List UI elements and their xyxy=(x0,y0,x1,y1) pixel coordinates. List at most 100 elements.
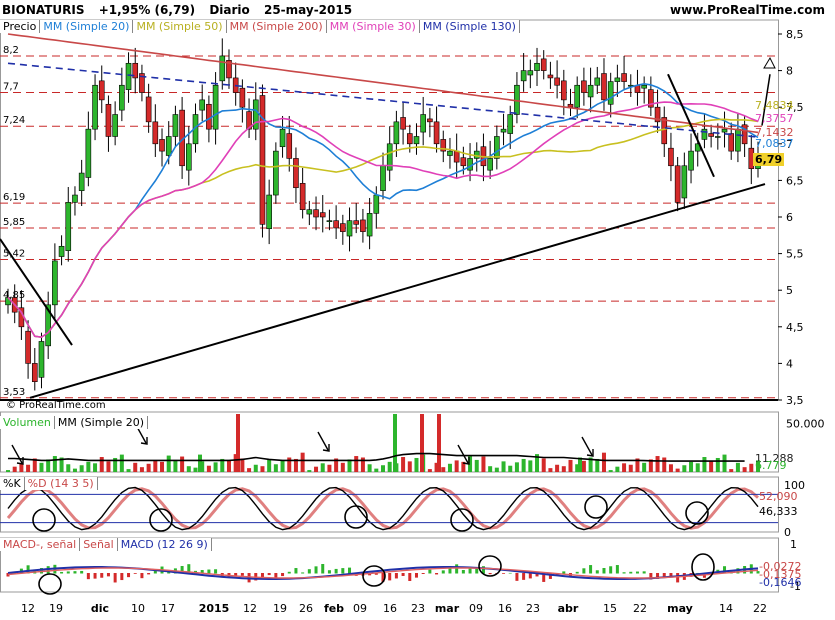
panel-frame-0 xyxy=(0,19,779,401)
candle-body xyxy=(534,62,540,71)
stoch-k-badge: 46,333 xyxy=(759,505,798,518)
x-axis-label: 22 xyxy=(633,602,647,615)
volume-bar xyxy=(662,457,667,472)
candle-body xyxy=(380,165,386,191)
candle-body xyxy=(219,55,226,82)
volume-bar xyxy=(528,460,533,472)
candle-body xyxy=(540,58,547,71)
volume-arrow xyxy=(457,444,469,464)
volume-bar xyxy=(314,466,319,472)
volume-bar xyxy=(300,452,305,472)
candle-body xyxy=(373,194,380,214)
candle-body xyxy=(447,150,453,156)
legend-d[interactable]: %D (14 3 5) xyxy=(24,477,98,490)
candle-body xyxy=(299,183,306,210)
price-tick-label: 4 xyxy=(786,357,793,370)
candle-body xyxy=(561,80,567,101)
candle-body xyxy=(527,70,534,76)
last-price-badge: 6,79 xyxy=(753,153,785,166)
candle-body xyxy=(92,84,98,130)
volume-bar xyxy=(260,466,265,472)
candle-body xyxy=(105,103,112,137)
candle-body xyxy=(25,330,31,364)
volume-bar xyxy=(441,467,446,472)
macd-bar xyxy=(622,572,626,574)
legend-ma20[interactable]: MM (Simple 20) xyxy=(40,20,134,33)
candle-body xyxy=(31,363,38,382)
candle-body xyxy=(340,223,346,232)
macd-bar xyxy=(408,573,412,582)
candle-body xyxy=(641,84,647,89)
macd-bar xyxy=(502,573,506,574)
legend-signal[interactable]: Señal xyxy=(80,538,118,551)
legend-macd[interactable]: MACD (12 26 9) xyxy=(117,538,212,551)
candle-body xyxy=(186,143,192,171)
site-url[interactable]: www.ProRealTime.com xyxy=(670,3,825,17)
volume-bar xyxy=(79,465,84,472)
volume-bar xyxy=(273,464,278,472)
volume-spike xyxy=(393,414,397,472)
candle-body xyxy=(500,128,507,133)
candle-body xyxy=(159,139,165,152)
legend-volume[interactable]: Volumen xyxy=(0,416,55,429)
macd-bar xyxy=(100,573,104,578)
volume-arrow xyxy=(11,444,23,464)
volume-bar xyxy=(481,456,486,472)
legend-ma200[interactable]: MM (Simple 200) xyxy=(226,20,327,33)
macd-legend: MACD-, señal Señal MACD (12 26 9) xyxy=(0,538,212,551)
ma30-value-badge: 7,3757 xyxy=(755,112,794,125)
x-axis-label: 12 xyxy=(243,602,257,615)
candle-body xyxy=(78,172,85,191)
candle-body xyxy=(313,209,319,218)
candle-body xyxy=(607,81,614,105)
volume-bar xyxy=(320,463,325,472)
candle-body xyxy=(547,74,554,79)
level-label: 7,7 xyxy=(3,82,19,93)
legend-k[interactable]: %K xyxy=(0,477,25,490)
stoch-legend: %K %D (14 3 5) xyxy=(0,477,98,490)
candle-body xyxy=(252,99,259,130)
legend-ma50[interactable]: MM (Simple 50) xyxy=(133,20,227,33)
volume-bar xyxy=(26,464,31,472)
ma20-value-badge: 7,0837 xyxy=(755,137,794,150)
symbol-name[interactable]: BIONATURIS xyxy=(2,3,85,17)
macd-bar xyxy=(394,573,398,579)
legend-ma130[interactable]: MM (Simple 130) xyxy=(419,20,520,33)
volume-bar xyxy=(608,470,613,472)
candle-body xyxy=(467,158,473,171)
volume-bar xyxy=(454,460,459,472)
volume-bar xyxy=(247,468,252,472)
stoch-circle xyxy=(584,495,608,519)
candle-body xyxy=(688,150,694,171)
candle-body xyxy=(319,212,326,218)
macd-bar xyxy=(60,571,64,574)
volume-bar xyxy=(46,459,51,472)
macd-bar xyxy=(106,573,110,577)
legend-ma30[interactable]: MM (Simple 30) xyxy=(326,20,420,33)
macd-bar xyxy=(207,569,211,574)
level-label: 6,19 xyxy=(3,192,25,203)
macd-bar xyxy=(113,573,117,583)
candle-body xyxy=(199,99,205,111)
volume-ma-line xyxy=(8,452,745,462)
legend-macd-hist[interactable]: MACD-, señal xyxy=(0,538,81,551)
volume-bar xyxy=(695,463,700,472)
volume-bar xyxy=(146,463,151,472)
candle-body xyxy=(420,114,426,133)
x-axis-label: 23 xyxy=(411,602,425,615)
macd-bar xyxy=(140,573,144,579)
candle-body xyxy=(52,260,58,306)
level-label: 8,2 xyxy=(3,45,19,56)
period-label[interactable]: Diario xyxy=(209,3,249,17)
legend-price[interactable]: Precio xyxy=(0,20,41,33)
price-change: +1,95% (6,79) xyxy=(98,3,196,17)
support-trendline xyxy=(29,183,766,399)
legend-volume-ma[interactable]: MM (Simple 20) xyxy=(54,416,149,429)
macd-bar xyxy=(428,569,432,574)
candle-body xyxy=(266,194,272,230)
volume-spike xyxy=(578,457,582,472)
macd-bar xyxy=(595,570,599,574)
volume-bar xyxy=(729,469,734,472)
macd-bar xyxy=(609,566,613,574)
volume-bar xyxy=(655,456,660,472)
